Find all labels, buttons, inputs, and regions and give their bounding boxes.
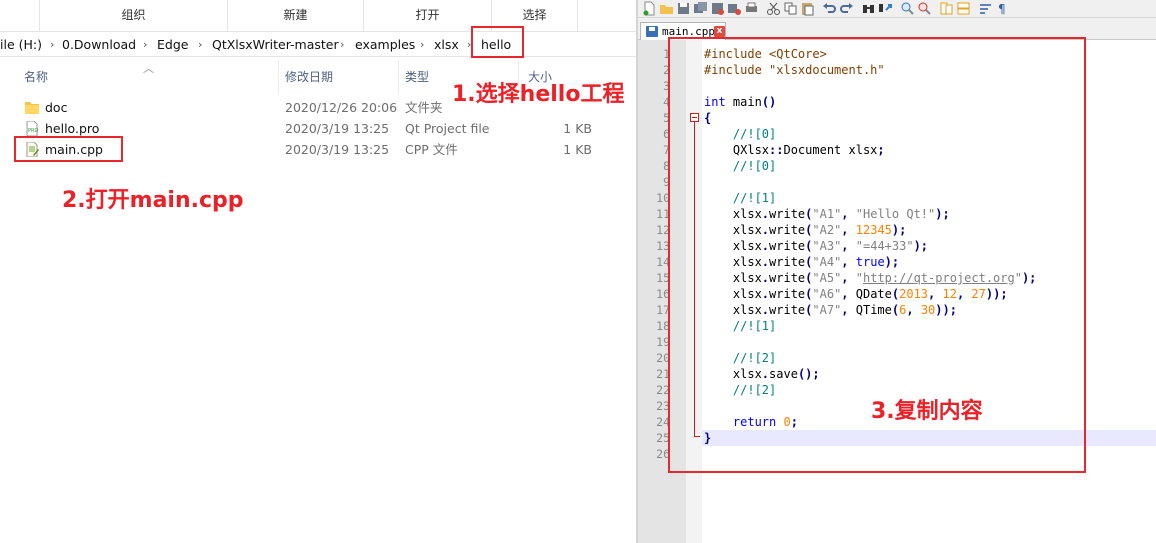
line-number: 4 [663, 95, 670, 109]
line-number: 12 [656, 223, 670, 237]
file-name: doc [45, 100, 68, 115]
ribbon-group-spacer [0, 0, 40, 31]
cut-icon[interactable] [766, 1, 781, 16]
annotation-step1: 1.选择hello工程 [452, 82, 625, 107]
close-tab-icon[interactable]: x [714, 26, 725, 37]
line-number: 9 [663, 175, 670, 189]
ribbon-group-bar: 组织 新建 打开 选择 [0, 0, 636, 32]
annotation-step2: 2.打开main.cpp [62, 188, 244, 213]
replace-icon[interactable] [878, 1, 893, 16]
breadcrumb-chevron-icon[interactable]: › [340, 33, 344, 57]
breadcrumb-qtxlsxwriter[interactable]: QtXlsxWriter-master [212, 33, 339, 57]
breadcrumb-examples[interactable]: examples [355, 33, 415, 57]
editor-toolbar: ¶ [638, 0, 1156, 18]
breadcrumb-chevron-icon[interactable]: › [198, 33, 202, 57]
close-all-icon[interactable] [727, 1, 742, 16]
line-number: 15 [656, 271, 670, 285]
open-file-icon[interactable] [659, 1, 674, 16]
new-file-icon[interactable] [642, 1, 657, 16]
line-number: 13 [656, 239, 670, 253]
svg-text:PRO: PRO [28, 128, 38, 134]
ribbon-group-organize[interactable]: 组织 [40, 0, 228, 31]
zoom-in-icon[interactable] [900, 1, 915, 16]
file-date: 2020/12/26 20:06 [285, 100, 398, 115]
redo-icon[interactable] [839, 1, 854, 16]
address-bar[interactable]: ile (H:) › 0.Download › Edge › QtXlsxWri… [0, 33, 636, 57]
line-number: 19 [656, 335, 670, 349]
file-date: 2020/3/19 13:25 [285, 142, 390, 157]
line-number: 6 [663, 127, 670, 141]
show-all-chars-icon[interactable]: ¶ [995, 1, 1010, 16]
sync-vertical-icon[interactable] [939, 1, 954, 16]
line-number: 21 [656, 367, 670, 381]
breadcrumb-xlsx[interactable]: xlsx [434, 33, 459, 57]
file-type: CPP 文件 [405, 142, 458, 157]
undo-icon[interactable] [822, 1, 837, 16]
line-number: 10 [656, 191, 670, 205]
saved-file-icon [646, 26, 658, 37]
print-icon[interactable] [744, 1, 759, 16]
zoom-out-icon[interactable] [917, 1, 932, 16]
line-number: 25 [656, 431, 670, 445]
qt-project-file-icon: PRO [26, 121, 38, 136]
ribbon-group-new[interactable]: 新建 [228, 0, 364, 31]
line-number: 5 [663, 111, 670, 125]
close-file-icon[interactable] [710, 1, 725, 16]
paste-icon[interactable] [800, 1, 815, 16]
line-number: 3 [663, 79, 670, 93]
line-number: 24 [656, 415, 670, 429]
breadcrumb-chevron-icon[interactable]: › [420, 33, 424, 57]
column-divider[interactable] [398, 60, 399, 94]
line-number: 26 [656, 447, 670, 461]
file-size: 1 KB [563, 142, 592, 157]
highlight-box-main-cpp [14, 136, 123, 162]
file-size: 1 KB [563, 121, 592, 136]
column-header-date[interactable]: 修改日期 [285, 60, 333, 94]
copy-icon[interactable] [783, 1, 798, 16]
line-number: 14 [656, 255, 670, 269]
line-number: 20 [656, 351, 670, 365]
line-number: 11 [656, 207, 670, 221]
file-date: 2020/3/19 13:25 [285, 121, 390, 136]
line-number: 18 [656, 319, 670, 333]
annotation-step3: 3.复制内容 [871, 399, 983, 424]
line-number: 1 [663, 47, 670, 61]
line-number: 23 [656, 399, 670, 413]
line-number: 22 [656, 383, 670, 397]
sort-ascending-icon: ︿ [143, 62, 154, 75]
line-number: 17 [656, 303, 670, 317]
breadcrumb-download[interactable]: 0.Download [62, 33, 136, 57]
save-icon[interactable] [676, 1, 691, 16]
file-type: Qt Project file [405, 121, 490, 136]
notepad-plus-plus-window: ¶ main.cpp x 1 2 3 4 5 6 7 8 9 10 11 12 13 14 15 16 17 18… [636, 0, 1156, 543]
svg-text:¶: ¶ [998, 2, 1006, 16]
column-header-name[interactable]: 名称 [24, 60, 48, 94]
column-header-type[interactable]: 类型 [405, 60, 429, 94]
highlight-box-hello [471, 26, 524, 58]
column-divider[interactable] [278, 60, 279, 94]
save-all-icon[interactable] [693, 1, 708, 16]
line-number: 2 [663, 63, 670, 77]
breadcrumb-edge[interactable]: Edge [157, 33, 188, 57]
find-icon[interactable] [861, 1, 876, 16]
line-number: 16 [656, 287, 670, 301]
word-wrap-icon[interactable] [978, 1, 993, 16]
file-type: 文件夹 [405, 100, 443, 115]
breadcrumb-chevron-icon[interactable]: › [50, 33, 54, 57]
breadcrumb-drive[interactable]: ile (H:) [0, 33, 42, 57]
breadcrumb-chevron-icon[interactable]: › [143, 33, 147, 57]
sync-horizontal-icon[interactable] [956, 1, 971, 16]
line-number: 7 [663, 143, 670, 157]
file-explorer-window: 组织 新建 打开 选择 ile (H:) › 0.Download › Edge… [0, 0, 636, 543]
folder-icon [25, 102, 39, 114]
line-number: 8 [663, 159, 670, 173]
